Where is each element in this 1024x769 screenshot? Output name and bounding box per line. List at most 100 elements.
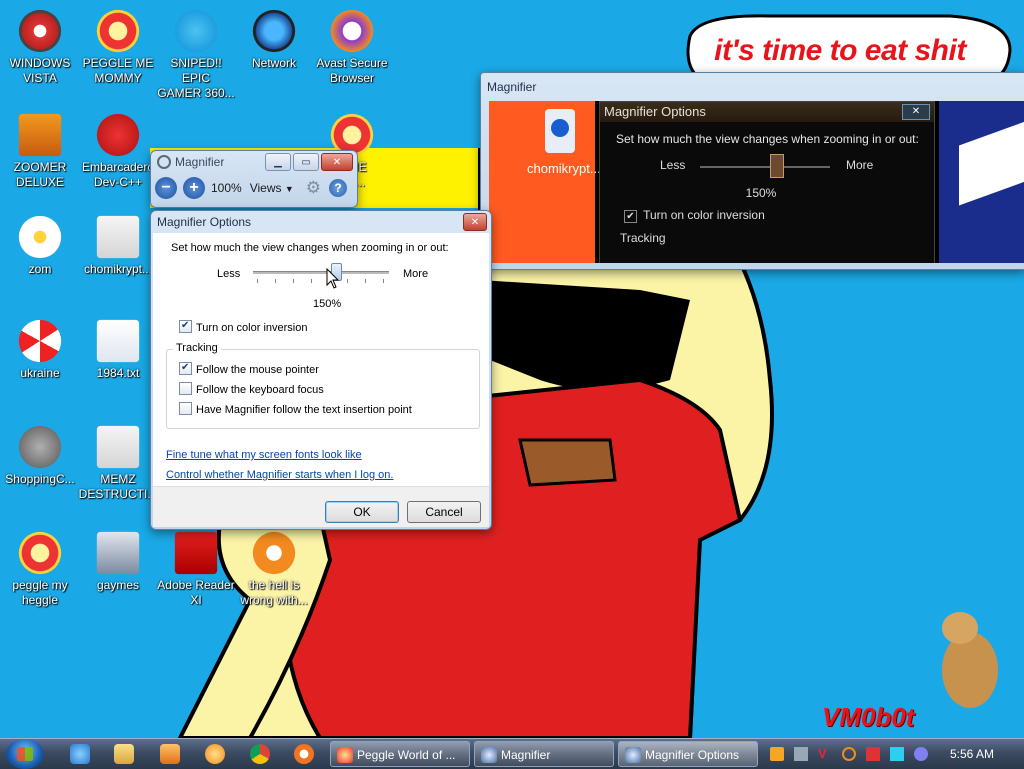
- zoom-out-button[interactable]: −: [155, 177, 177, 199]
- desktop-icon[interactable]: WINDOWS VISTA: [0, 8, 80, 86]
- desktop-icon[interactable]: ZOOMER DELUXE: [0, 112, 80, 190]
- fine-tune-fonts-link[interactable]: Fine tune what my screen fonts look like: [166, 449, 362, 461]
- taskbar-task[interactable]: Peggle World of ...: [330, 741, 470, 767]
- desktop-icon[interactable]: Network: [234, 8, 314, 71]
- magnified-icon-label: chomikrypt...: [527, 161, 601, 176]
- minimize-button[interactable]: ▁: [265, 153, 291, 171]
- tray-icon[interactable]: [770, 747, 784, 761]
- desktop-icon[interactable]: ShoppingC...: [0, 424, 80, 487]
- radiation-icon: [18, 319, 62, 363]
- taskbar-task[interactable]: Magnifier Options: [618, 741, 758, 767]
- start-button[interactable]: [6, 739, 44, 769]
- tracking-options: Follow the mouse pointer Follow the keybo…: [179, 362, 412, 422]
- flash-icon: [18, 425, 62, 469]
- desktop-icon[interactable]: Embarcadero Dev-C++: [78, 112, 158, 190]
- help-icon[interactable]: ?: [329, 179, 348, 197]
- uc-browser-icon: [252, 531, 296, 575]
- magnified-icon: [545, 109, 575, 153]
- startup-settings-link[interactable]: Control whether Magnifier starts when I …: [166, 469, 393, 481]
- close-button[interactable]: ✕: [321, 153, 353, 171]
- avast-browser-taskbar-icon[interactable]: [294, 744, 314, 764]
- tracking-option[interactable]: Have Magnifier follow the text insertion…: [179, 402, 412, 422]
- magnifier-title: Magnifier: [175, 155, 225, 169]
- desktop-icon[interactable]: Avast Secure Browser: [312, 8, 392, 86]
- options-close-button[interactable]: ✕: [463, 213, 487, 231]
- media-player-icon[interactable]: [160, 744, 180, 764]
- windows-logo-icon: [17, 747, 33, 761]
- taskbar: Peggle World of ... Magnifier Magnifier Op…: [0, 738, 1024, 769]
- slider-tick: [311, 279, 312, 283]
- tray-icon[interactable]: V: [818, 747, 832, 761]
- taskbar-task[interactable]: Magnifier: [474, 741, 614, 767]
- magnifier-titlebar[interactable]: Magnifier ▁ ▭ ✕: [151, 151, 357, 173]
- clock-file-icon: [96, 425, 140, 469]
- clock[interactable]: 5:56 AM: [950, 747, 994, 761]
- file-explorer-icon[interactable]: [114, 744, 134, 764]
- magnifier-app-icon: [157, 155, 171, 169]
- ok-button[interactable]: OK: [325, 501, 399, 523]
- color-inversion-label: Turn on color inversion: [196, 322, 308, 334]
- magnified-dialog: Magnifier Options ✕ Set how much the vie…: [599, 101, 935, 263]
- lens-window-titlebar[interactable]: Magnifier: [481, 73, 1024, 101]
- text-file-icon: [96, 319, 140, 363]
- desktop-icon[interactable]: gaymes: [78, 530, 158, 593]
- gear-icon[interactable]: ⚙: [306, 178, 321, 198]
- taskbar-task-label: Magnifier Options: [645, 748, 740, 762]
- zoom-in-button[interactable]: +: [183, 177, 205, 199]
- color-inversion-option[interactable]: Turn on color inversion: [179, 320, 307, 334]
- tracking-checkbox[interactable]: [179, 362, 192, 375]
- magnifier-options-dialog[interactable]: Magnifier Options ✕ Set how much the vie…: [150, 210, 492, 530]
- cancel-button[interactable]: Cancel: [407, 501, 481, 523]
- tray-icon[interactable]: [842, 747, 856, 761]
- desktop-icon[interactable]: SNIPED!! EPIC GAMER 360...: [156, 8, 236, 101]
- slider-tick: [365, 279, 366, 283]
- options-titlebar[interactable]: Magnifier Options ✕: [151, 211, 491, 233]
- desktop-icon[interactable]: ukraine: [0, 318, 80, 381]
- chrome-icon[interactable]: [250, 744, 270, 764]
- desktop-icon-label: WINDOWS VISTA: [9, 56, 71, 85]
- magnified-slider-track: [700, 166, 830, 168]
- magnified-color-inversion-label: Turn on color inversion: [643, 208, 765, 222]
- desktop-icon[interactable]: zom: [0, 214, 80, 277]
- desktop-icon[interactable]: 1984.txt: [78, 318, 158, 381]
- desktop-icon[interactable]: peggle my heggle: [0, 530, 80, 608]
- desktop-icon-label: the hell is wrong with...: [240, 578, 308, 607]
- peggle-taskbar-icon[interactable]: [205, 744, 225, 764]
- tracking-option[interactable]: Follow the mouse pointer: [179, 362, 412, 382]
- internet-explorer-icon[interactable]: [70, 744, 90, 764]
- slider-track: [253, 271, 389, 274]
- desktop-icon[interactable]: chomikrypt...: [78, 214, 158, 277]
- desktop-icon-label: PEGGLE ME MOMMY: [82, 56, 154, 85]
- tracking-checkbox[interactable]: [179, 402, 192, 415]
- network-icon: [252, 9, 296, 53]
- magnifier-window[interactable]: Magnifier ▁ ▭ ✕ − + 100% Views ▼ ⚙ ?: [150, 150, 358, 208]
- maximize-button[interactable]: ▭: [293, 153, 319, 171]
- zoomer-icon: [18, 113, 62, 157]
- wallpaper-banner-text: it's time to eat shit: [714, 34, 966, 67]
- magnified-close-icon: ✕: [902, 104, 930, 120]
- tracking-checkbox[interactable]: [179, 382, 192, 395]
- wallpaper-signature: VM0b0t: [822, 702, 915, 732]
- tracking-option[interactable]: Follow the keyboard focus: [179, 382, 412, 402]
- peggle-icon: [18, 531, 62, 575]
- tray-icon[interactable]: [866, 747, 880, 761]
- flower-icon: [18, 215, 62, 259]
- devcpp-icon: [96, 113, 140, 157]
- desktop-icon[interactable]: MEMZ DESTRUCTI...: [78, 424, 158, 502]
- desktop-icon-label: 1984.txt: [96, 366, 140, 380]
- lens-window-title: Magnifier: [487, 80, 537, 94]
- color-inversion-checkbox[interactable]: [179, 320, 192, 333]
- views-dropdown[interactable]: Views ▼: [250, 181, 294, 195]
- tracking-group: Tracking Follow the mouse pointerFollow …: [166, 342, 480, 429]
- magnified-checkbox: ✔: [624, 210, 637, 223]
- zoom-slider[interactable]: [253, 261, 389, 291]
- slider-tick: [275, 279, 276, 283]
- desktop-icon[interactable]: the hell is wrong with...: [234, 530, 314, 608]
- desktop-icon[interactable]: PEGGLE ME MOMMY: [78, 8, 158, 86]
- tray-icon[interactable]: [794, 747, 808, 761]
- windows-vista-icon: [18, 9, 62, 53]
- tray-icon[interactable]: [890, 747, 904, 761]
- tray-icon[interactable]: [914, 747, 928, 761]
- magnifier-lens-window[interactable]: Magnifier chomikrypt... Magnifier Option…: [480, 72, 1024, 270]
- desktop-icon[interactable]: Adobe Reader XI: [156, 530, 236, 608]
